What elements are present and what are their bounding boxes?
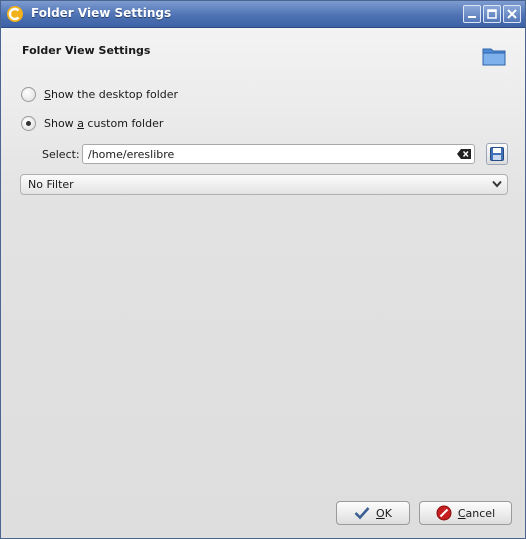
radio-desktop-folder[interactable]: Show the desktop folder [21,87,178,102]
folder-icon [482,48,506,66]
maximize-button[interactable] [483,5,501,23]
filter-value: No Filter [28,178,74,191]
minimize-icon [468,16,476,18]
radio-custom-folder[interactable]: Show a custom folder [21,116,163,131]
cancel-label: Cancel [457,506,496,520]
dialog-window: Folder View Settings Folder View Setting… [0,0,526,539]
minimize-button[interactable] [463,5,481,23]
browse-folder-button[interactable] [486,143,508,165]
cancel-icon [436,505,452,521]
dialog-content: Folder View Settings Show the desktop fo… [1,28,525,538]
app-icon [7,6,23,22]
folder-path-input[interactable] [82,144,475,164]
title-bar[interactable]: Folder View Settings [1,1,525,28]
checkmark-icon [354,507,370,520]
page-title: Folder View Settings [22,44,151,57]
cancel-button[interactable]: Cancel [419,501,512,525]
filter-combo[interactable]: No Filter [20,174,508,195]
chevron-down-icon [492,180,502,188]
window-title: Folder View Settings [31,6,172,20]
select-label: Select: [42,148,80,161]
clear-icon[interactable] [457,149,471,159]
maximize-icon [487,9,497,19]
save-icon [490,147,504,161]
radio-button-selected[interactable] [21,116,36,131]
radio-desktop-label: Show the desktop folder [44,88,179,101]
close-icon [507,9,517,19]
close-button[interactable] [503,5,521,23]
radio-custom-label: Show a custom folder [44,117,164,130]
radio-button[interactable] [21,87,36,102]
ok-label: OK [376,506,392,520]
ok-button[interactable]: OK [336,501,410,525]
